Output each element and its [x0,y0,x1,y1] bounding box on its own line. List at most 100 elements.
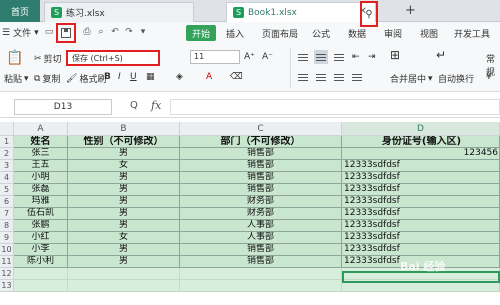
print-icon[interactable]: ⎙ [82,27,92,37]
border-icon[interactable]: ▦ [146,72,155,82]
tab-start[interactable]: 开始 [186,25,216,41]
table-cell[interactable]: 人事部 [180,220,342,232]
row-header[interactable]: 10 [0,244,14,256]
table-cell[interactable]: 销售部 [180,148,342,160]
table-cell[interactable]: 张三 [14,148,68,160]
row-header[interactable]: 8 [0,220,14,232]
row-header[interactable]: 13 [0,280,14,292]
font-shrink-icon[interactable]: A⁻ [262,52,273,62]
table-cell[interactable]: 张磊 [14,184,68,196]
table-cell[interactable]: 男 [68,256,180,268]
clear-icon[interactable]: ⌫ [230,72,243,82]
header-cell[interactable]: 姓名 [14,136,68,148]
table-cell[interactable]: 女 [68,232,180,244]
select-all-corner[interactable] [0,122,14,136]
fill-color-icon[interactable]: ◈ [176,72,183,82]
table-cell[interactable] [14,280,68,292]
table-cell[interactable] [68,268,180,280]
table-cell[interactable]: 陈小利 [14,256,68,268]
merge-center-icon[interactable]: ⊞ [390,48,400,62]
row-header[interactable]: 1 [0,136,14,148]
formula-input[interactable] [170,99,500,115]
tab-insert[interactable]: 插入 [226,27,244,40]
format-painter-button[interactable]: 🖌 格式刷 [66,72,106,86]
add-tab-button[interactable]: + [405,3,416,18]
indent-icon[interactable]: ⇤ [352,52,360,62]
align-top-icon[interactable] [296,50,310,64]
table-cell[interactable]: 123456 [342,148,500,160]
tab-formula[interactable]: 公式 [312,27,330,40]
tab-review[interactable]: 审阅 [384,27,402,40]
bold-button[interactable]: B [104,72,111,82]
row-header[interactable]: 4 [0,172,14,184]
table-cell[interactable] [14,268,68,280]
align-center-icon[interactable] [314,70,328,84]
column-header-d[interactable]: D [342,122,500,136]
table-cell[interactable]: 男 [68,244,180,256]
font-color-icon[interactable]: A [206,72,212,82]
font-grow-icon[interactable]: A⁺ [244,52,255,62]
table-cell[interactable] [180,280,342,292]
table-cell[interactable]: 人事部 [180,232,342,244]
table-cell[interactable]: 伍石凯 [14,208,68,220]
header-cell[interactable]: 性别（不可修改） [68,136,180,148]
table-cell[interactable] [180,268,342,280]
table-cell[interactable]: 男 [68,220,180,232]
tab-developer[interactable]: 开发工具 [454,27,490,40]
table-cell[interactable]: 财务部 [180,196,342,208]
table-cell[interactable]: 男 [68,196,180,208]
open-folder-icon[interactable]: ▭ [44,27,54,37]
table-cell[interactable]: 销售部 [180,256,342,268]
row-header[interactable]: 2 [0,148,14,160]
row-header[interactable]: 11 [0,256,14,268]
table-cell[interactable]: 女 [68,160,180,172]
save-button[interactable] [56,23,76,43]
tab-page-layout[interactable]: 页面布局 [262,27,298,40]
row-header[interactable]: 12 [0,268,14,280]
row-header[interactable]: 6 [0,196,14,208]
redo-icon[interactable]: ↷ [124,27,134,37]
align-justify-icon[interactable] [350,70,364,84]
table-cell[interactable]: 12333sdfdsf [342,208,500,220]
table-cell[interactable]: 销售部 [180,184,342,196]
italic-button[interactable]: I [118,72,121,82]
zoom-icon[interactable]: Q [130,100,138,111]
tab-view[interactable]: 视图 [420,27,438,40]
table-cell[interactable]: 销售部 [180,160,342,172]
table-cell[interactable]: 男 [68,148,180,160]
table-cell[interactable]: 小李 [14,244,68,256]
header-cell[interactable]: 身份证号(输入区) [342,136,500,148]
table-cell[interactable]: 男 [68,184,180,196]
tab-data[interactable]: 数据 [348,27,366,40]
table-cell[interactable]: 小红 [14,232,68,244]
table-cell[interactable]: 12333sdfdsf [342,232,500,244]
table-cell[interactable]: 12333sdfdsf [342,220,500,232]
font-size-select[interactable]: 11 [190,50,240,64]
column-header-b[interactable]: B [68,122,180,136]
align-bottom-icon[interactable] [332,50,346,64]
paste-button[interactable]: 粘贴 ▾ [4,72,29,86]
row-header[interactable]: 9 [0,232,14,244]
row-header[interactable]: 7 [0,208,14,220]
cut-button[interactable]: ✂ 剪切 [34,52,62,66]
table-cell[interactable]: 小明 [14,172,68,184]
table-cell[interactable]: 张鹏 [14,220,68,232]
align-right-icon[interactable] [332,70,346,84]
function-icon[interactable]: fx [151,99,161,112]
table-cell[interactable]: 12333sdfdsf [342,160,500,172]
table-cell[interactable]: 财务部 [180,208,342,220]
align-left-icon[interactable] [296,70,310,84]
copy-button[interactable]: ⧉ 复制 [34,72,60,86]
table-cell[interactable]: 12333sdfdsf [342,184,500,196]
table-cell[interactable]: 12333sdfdsf [342,196,500,208]
pin-icon[interactable]: ⚲ [360,1,378,27]
align-middle-icon[interactable] [314,50,328,64]
table-cell[interactable]: 12333sdfdsf [342,244,500,256]
wrap-text-icon[interactable]: ↵ [436,48,446,62]
tab-book1[interactable]: S Book1.xlsx ✕ [226,2,376,22]
currency-icon[interactable]: ¥ [486,72,492,82]
table-cell[interactable]: 男 [68,172,180,184]
undo-icon[interactable]: ↶ [110,27,120,37]
table-cell[interactable]: 12333sdfdsf [342,172,500,184]
tab-home[interactable]: 首页 [0,0,40,22]
